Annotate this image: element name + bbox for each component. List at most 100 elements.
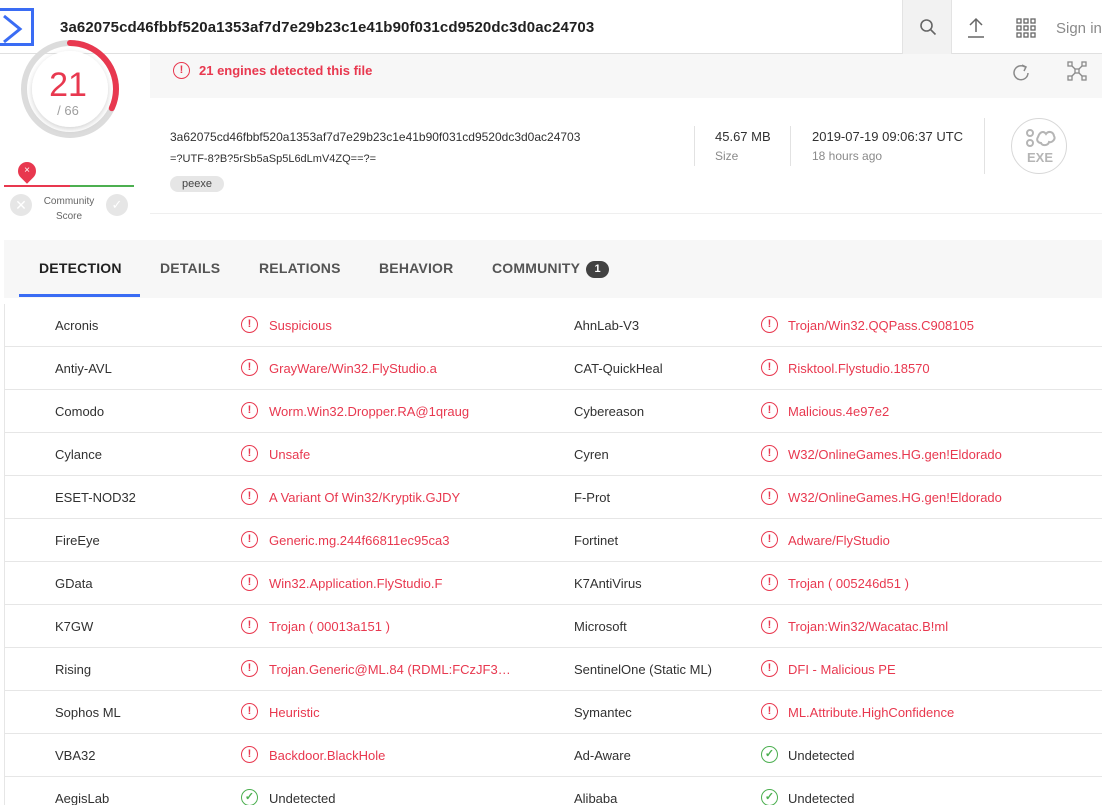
apps-grid-button[interactable] xyxy=(1014,16,1038,40)
detection-result: W32/OnlineGames.HG.gen!Eldorado xyxy=(788,490,1002,505)
malicious-alert-icon: ! xyxy=(241,359,258,376)
file-hash: 3a62075cd46fbbf520a1353af7d7e29b23c1e41b… xyxy=(170,130,581,144)
malicious-alert-icon: ! xyxy=(761,316,778,333)
table-row: GData! Win32.Application.FlyStudio.F K7Ant… xyxy=(5,562,1102,605)
malicious-alert-icon: ! xyxy=(761,531,778,548)
malicious-alert-icon: ! xyxy=(761,359,778,376)
engine-name: K7AntiVirus xyxy=(574,576,642,591)
malicious-alert-icon: ! xyxy=(761,703,778,720)
detection-result: A Variant Of Win32/Kryptik.GJDY xyxy=(269,490,461,505)
alert-icon: ! xyxy=(173,62,190,79)
detection-result: Generic.mg.244f66811ec95ca3 xyxy=(269,533,450,548)
undetected-check-icon: ✓ xyxy=(761,789,778,805)
detection-result: Undetected xyxy=(269,791,336,805)
engine-name: GData xyxy=(55,576,93,591)
tab-community[interactable]: COMMUNITY 1 xyxy=(492,260,610,278)
tab-relations[interactable]: RELATIONS xyxy=(259,260,341,276)
engine-name: Ad-Aware xyxy=(574,748,631,763)
divider xyxy=(984,118,985,174)
divider xyxy=(694,126,695,166)
malicious-alert-icon: ! xyxy=(761,445,778,462)
table-row: Rising! Trojan.Generic@ML.84 (RDML:FCzJF3… xyxy=(5,648,1102,691)
undetected-check-icon: ✓ xyxy=(761,746,778,763)
file-size-label: Size xyxy=(715,149,739,163)
engine-name: ESET-NOD32 xyxy=(55,490,136,505)
table-row: K7GW! Trojan ( 00013a151 ) Microsoft! Troja… xyxy=(5,605,1102,648)
detection-result: Trojan:Win32/Wacatac.B!ml xyxy=(788,619,949,634)
engine-name: Cybereason xyxy=(574,404,645,419)
community-score-label: Community Score xyxy=(43,196,95,222)
search-button[interactable] xyxy=(902,0,952,54)
malicious-alert-icon: ! xyxy=(241,660,258,677)
detection-result: Trojan ( 005246d51 ) xyxy=(788,576,909,591)
detections-table: Acronis! Suspicious AhnLab-V3! Trojan/Win32… xyxy=(4,304,1102,805)
engine-name: F-Prot xyxy=(574,490,611,505)
engine-name: K7GW xyxy=(55,619,94,634)
divider xyxy=(790,126,791,166)
malicious-alert-icon: ! xyxy=(241,316,258,333)
tabs-bar: DETECTION DETAILS RELATIONS BEHAVIOR COM… xyxy=(4,240,1102,298)
detection-result: GrayWare/Win32.FlyStudio.a xyxy=(269,361,437,376)
community-bar-positive xyxy=(70,185,134,187)
detection-result: Malicious.4e97e2 xyxy=(788,404,890,419)
detection-result: Heuristic xyxy=(269,705,320,720)
detection-result: DFI - Malicious PE xyxy=(788,662,896,677)
engine-name: Cyren xyxy=(574,447,609,462)
sign-in-link[interactable]: Sign in xyxy=(1056,20,1102,37)
engine-name: Alibaba xyxy=(574,791,618,805)
malicious-alert-icon: ! xyxy=(241,402,258,419)
reanalyze-icon[interactable] xyxy=(1008,60,1034,86)
detection-result: Worm.Win32.Dropper.RA@1qraug xyxy=(269,404,470,419)
file-size-value: 45.67 MB xyxy=(715,129,771,144)
engine-name: VBA32 xyxy=(55,748,96,763)
upload-button[interactable] xyxy=(960,16,992,40)
engine-name: SentinelOne (Static ML) xyxy=(574,662,713,677)
top-bar: 3a62075cd46fbbf520a1353af7d7e29b23c1e41b… xyxy=(0,0,1102,54)
malicious-alert-icon: ! xyxy=(761,617,778,634)
detection-result: Adware/FlyStudio xyxy=(788,533,890,548)
engine-name: Sophos ML xyxy=(55,705,121,720)
malicious-alert-icon: ! xyxy=(241,531,258,548)
malicious-alert-icon: ! xyxy=(241,488,258,505)
table-row: FireEye! Generic.mg.244f66811ec95ca3 Forti… xyxy=(5,519,1102,562)
engine-name: Cylance xyxy=(55,447,102,462)
community-count-badge: 1 xyxy=(586,261,610,278)
engine-name: AegisLab xyxy=(55,791,110,805)
detection-result: Unsafe xyxy=(269,447,311,462)
detected-count: 21 xyxy=(49,66,87,104)
table-row: Sophos ML! Heuristic Symantec! ML.Attribute… xyxy=(5,691,1102,734)
malicious-alert-icon: ! xyxy=(241,617,258,634)
detection-result: Suspicious xyxy=(269,318,332,333)
engine-name: FireEye xyxy=(55,533,100,548)
detection-result: Trojan/Win32.QQPass.C908105 xyxy=(788,318,974,333)
malicious-alert-icon: ! xyxy=(761,660,778,677)
engine-name: Acronis xyxy=(55,318,99,333)
engine-name: Symantec xyxy=(574,705,632,720)
community-score: × ✕ Community Score ✓ xyxy=(4,158,134,222)
table-row: Acronis! Suspicious AhnLab-V3! Trojan/Win32… xyxy=(5,304,1102,347)
tab-behavior[interactable]: BEHAVIOR xyxy=(379,260,453,276)
table-row: Comodo! Worm.Win32.Dropper.RA@1qraug Cyber… xyxy=(5,390,1102,433)
engine-name: Rising xyxy=(55,662,92,677)
engine-name: Microsoft xyxy=(574,619,627,634)
tab-detection[interactable]: DETECTION xyxy=(39,260,122,276)
vote-harmless-icon[interactable]: ✓ xyxy=(106,194,128,216)
engine-name: Fortinet xyxy=(574,533,619,548)
table-row: ESET-NOD32! A Variant Of Win32/Kryptik.GJ… xyxy=(5,476,1102,519)
file-name: =?UTF-8?B?5rSb5aSp5L6dLmV4ZQ==?= xyxy=(170,153,377,165)
table-row: VBA32! Backdoor.BlackHole Ad-Aware ✓ Undetec… xyxy=(5,734,1102,777)
table-row: Antiy-AVL! GrayWare/Win32.FlyStudio.a CAT-… xyxy=(5,347,1102,390)
analysis-date-relative: 18 hours ago xyxy=(812,149,883,163)
community-marker: × xyxy=(14,158,40,184)
detection-result: Trojan ( 00013a151 ) xyxy=(269,619,390,634)
graph-icon[interactable] xyxy=(1066,60,1088,82)
vote-malicious-icon[interactable]: ✕ xyxy=(10,194,32,216)
undetected-check-icon: ✓ xyxy=(241,789,258,805)
tab-community-label: COMMUNITY xyxy=(492,260,581,276)
search-hash-text[interactable]: 3a62075cd46fbbf520a1353af7d7e29b23c1e41b… xyxy=(60,19,594,36)
engine-name: AhnLab-V3 xyxy=(574,318,640,333)
file-tag[interactable]: peexe xyxy=(170,176,224,192)
malicious-alert-icon: ! xyxy=(761,402,778,419)
tab-details[interactable]: DETAILS xyxy=(160,260,220,276)
malicious-alert-icon: ! xyxy=(241,703,258,720)
